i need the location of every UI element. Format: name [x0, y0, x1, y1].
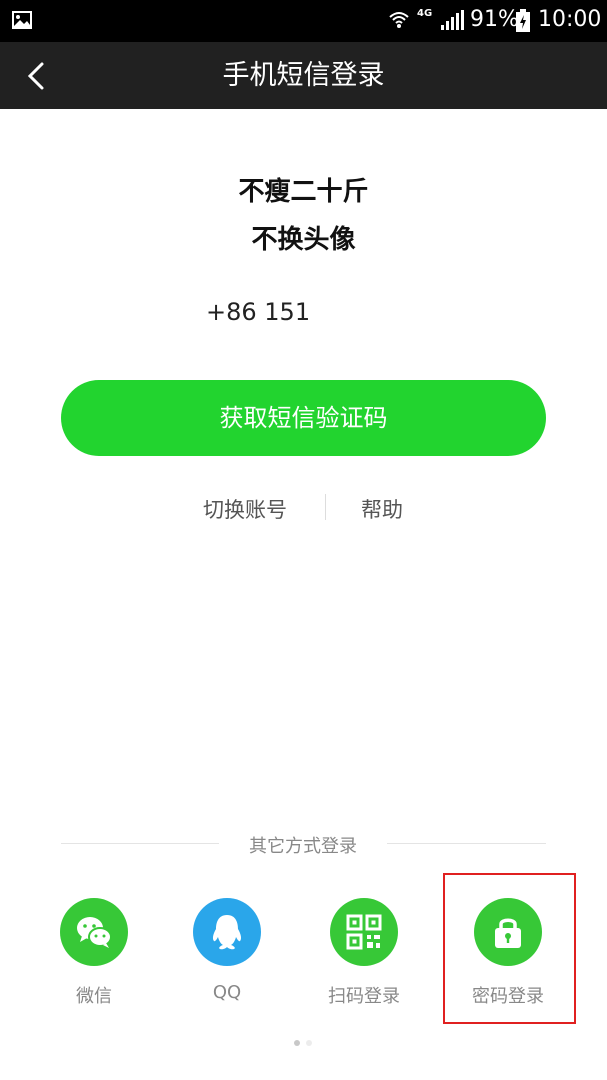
slogan-line-1: 不瘦二十斤	[238, 177, 369, 207]
clock: 10:00	[538, 7, 602, 32]
wechat-login-option[interactable]: 微信	[34, 898, 154, 1008]
wifi-icon	[389, 12, 409, 28]
status-bar: 4G 91% 10:00	[0, 0, 607, 42]
battery-icon	[516, 9, 530, 32]
switch-account-link[interactable]: 切换账号	[203, 494, 287, 524]
qrcode-label: 扫码登录	[328, 986, 400, 1007]
phone-number: +86 151	[206, 298, 311, 326]
other-login-title: 其它方式登录	[249, 836, 357, 857]
qrcode-icon	[346, 914, 382, 950]
title-bar: 手机短信登录	[0, 42, 607, 109]
annotation-highlight-box	[443, 873, 576, 1024]
wechat-label: 微信	[76, 986, 112, 1007]
qrcode-login-option[interactable]: 扫码登录	[304, 898, 424, 1008]
page-title: 手机短信登录	[222, 60, 385, 91]
page-indicator-dot-active	[294, 1040, 300, 1046]
page-indicator-dot	[306, 1040, 312, 1046]
help-link[interactable]: 帮助	[361, 494, 403, 524]
qq-login-option[interactable]: QQ	[167, 898, 287, 1008]
wechat-icon	[77, 917, 112, 948]
divider-left	[61, 843, 219, 844]
qq-label: QQ	[212, 982, 242, 1003]
divider-right	[387, 843, 546, 844]
wechat-icon-circle	[60, 898, 128, 966]
qq-icon-circle	[193, 898, 261, 966]
link-divider	[325, 494, 326, 520]
slogan-line-2: 不换头像	[251, 225, 356, 255]
battery-percent: 91%	[470, 7, 519, 32]
signal-icon	[441, 10, 464, 30]
image-icon	[12, 11, 32, 29]
chevron-left-icon[interactable]	[22, 60, 50, 92]
network-type: 4G	[417, 8, 433, 19]
qq-icon	[212, 915, 242, 950]
get-sms-code-button[interactable]: 获取短信验证码	[61, 380, 546, 456]
qrcode-icon-circle	[330, 898, 398, 966]
